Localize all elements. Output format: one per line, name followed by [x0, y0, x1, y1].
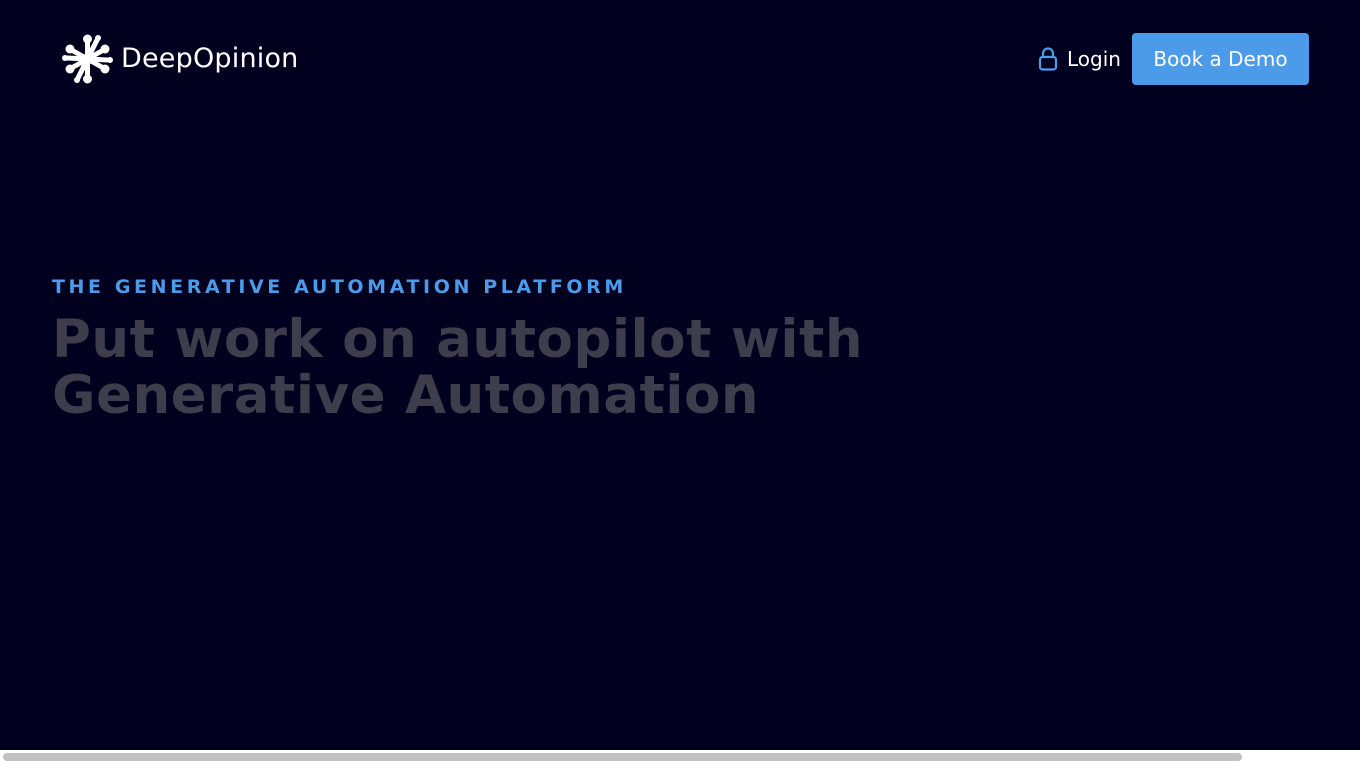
book-demo-button[interactable]: Book a Demo — [1132, 33, 1309, 85]
login-link[interactable]: Login — [1038, 45, 1121, 73]
hero-headline: Put work on autopilot with Generative Au… — [52, 312, 863, 424]
login-label: Login — [1067, 47, 1121, 71]
lock-icon — [1038, 47, 1058, 71]
brand-name: DeepOpinion — [121, 43, 299, 74]
hero-headline-line-2: Generative Automation — [52, 365, 760, 426]
asterisk-flower-logo-icon — [62, 34, 113, 84]
hero-headline-line-1: Put work on autopilot with — [52, 309, 864, 370]
scrollbar-thumb[interactable] — [3, 753, 1242, 761]
hero-eyebrow: THE GENERATIVE AUTOMATION PLATFORM — [52, 276, 627, 298]
site-header: DeepOpinion Login Book a Demo — [0, 0, 1360, 118]
brand-logo-link[interactable]: DeepOpinion — [61, 33, 299, 85]
horizontal-scrollbar[interactable] — [0, 750, 1360, 764]
